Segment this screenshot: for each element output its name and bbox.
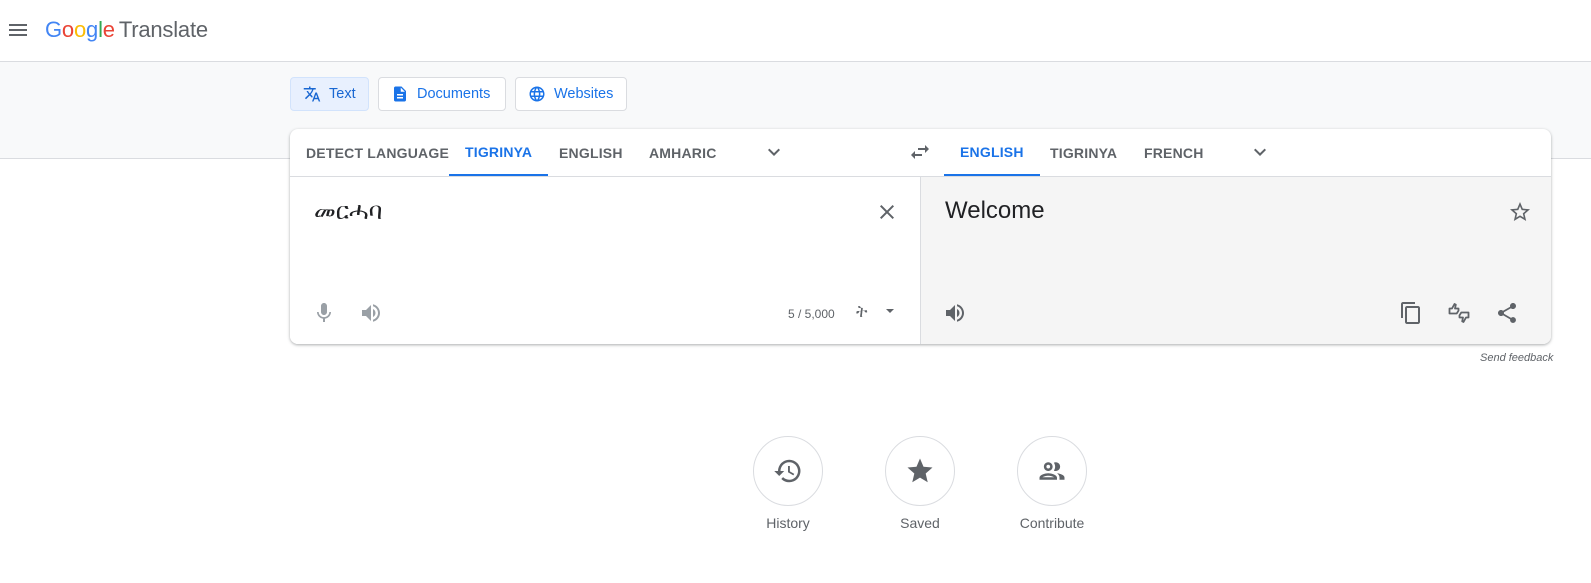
translation-output-area: Welcome <box>920 177 1551 344</box>
source-text[interactable]: መርሓባ <box>314 197 382 225</box>
source-listen-speaker-icon[interactable] <box>359 301 383 325</box>
history-circle[interactable] <box>753 436 823 506</box>
rate-translation-thumbs-icon[interactable] <box>1447 301 1471 325</box>
source-tab-amharic[interactable]: AMHARIC <box>633 129 733 176</box>
source-more-languages-chevron-down-icon[interactable] <box>762 140 786 164</box>
tab-label: ENGLISH <box>960 143 1024 160</box>
logo-letter: g <box>86 17 99 42</box>
character-count: 5 / 5,000 <box>788 307 835 321</box>
saved-button[interactable]: Saved <box>870 436 970 531</box>
documents-mode-button[interactable]: Documents <box>378 77 506 111</box>
contribute-label: Contribute <box>1019 515 1085 531</box>
websites-mode-button[interactable]: Websites <box>515 77 627 111</box>
history-icon <box>774 459 801 483</box>
language-bar: DETECT LANGUAGE TIGRINYA ENGLISH AMHARIC… <box>290 129 1551 177</box>
tab-label: DETECT LANGUAGE <box>306 144 449 161</box>
swap-languages-icon[interactable] <box>908 140 932 164</box>
people-icon <box>1039 462 1065 480</box>
websites-mode-label: Websites <box>554 86 614 102</box>
copy-translation-icon[interactable] <box>1399 301 1423 325</box>
tab-label: AMHARIC <box>649 144 717 161</box>
text-mode-button[interactable]: Text <box>290 77 369 111</box>
input-tools-keyboard-icon[interactable]: ት <box>856 302 867 322</box>
clear-source-close-icon[interactable] <box>875 200 899 224</box>
target-tab-tigrinya[interactable]: TIGRINYA <box>1034 129 1133 176</box>
translate-icon <box>303 86 321 102</box>
target-tab-french[interactable]: FRENCH <box>1128 129 1220 176</box>
target-tab-english[interactable]: ENGLISH <box>944 129 1040 176</box>
star-icon <box>907 458 933 483</box>
share-translation-icon[interactable] <box>1495 301 1519 325</box>
target-more-languages-chevron-down-icon[interactable] <box>1248 140 1272 164</box>
target-listen-speaker-icon[interactable] <box>943 301 967 325</box>
contribute-button[interactable]: Contribute <box>1002 436 1102 531</box>
globe-icon <box>529 86 545 102</box>
source-input-area[interactable]: መርሓባ 5 / 5,000 ት <box>290 177 920 344</box>
translated-text: Welcome <box>945 197 1045 224</box>
history-button[interactable]: History <box>738 436 838 531</box>
contribute-circle[interactable] <box>1017 436 1087 506</box>
saved-circle[interactable] <box>885 436 955 506</box>
document-icon <box>394 86 406 102</box>
main-menu-icon[interactable] <box>6 18 30 42</box>
history-label: History <box>766 515 810 531</box>
save-translation-star-icon[interactable] <box>1508 200 1532 224</box>
source-tab-tigrinya[interactable]: TIGRINYA <box>449 129 549 176</box>
logo-letter: e <box>102 17 115 42</box>
tab-label: TIGRINYA <box>1050 144 1118 161</box>
text-mode-label: Text <box>329 86 356 102</box>
product-name: Translate <box>118 17 208 42</box>
source-tab-detect-language[interactable]: DETECT LANGUAGE <box>290 129 465 176</box>
logo-letter: o <box>73 17 87 42</box>
logo-letter: o <box>61 17 74 42</box>
top-bar: Google Translate <box>0 0 1591 62</box>
google-translate-logo[interactable]: Google Translate <box>45 17 208 43</box>
documents-mode-label: Documents <box>417 86 491 102</box>
tab-label: ENGLISH <box>559 144 623 161</box>
logo-letter: G <box>45 17 62 42</box>
saved-label: Saved <box>900 515 940 531</box>
tab-label: FRENCH <box>1144 144 1204 161</box>
send-feedback-link[interactable]: Send feedback <box>1480 352 1553 364</box>
microphone-icon[interactable] <box>312 301 336 325</box>
source-tab-english[interactable]: ENGLISH <box>543 129 639 176</box>
input-tools-dropdown-icon[interactable] <box>886 309 894 313</box>
translation-card: DETECT LANGUAGE TIGRINYA ENGLISH AMHARIC… <box>290 129 1551 344</box>
tab-label: TIGRINYA <box>465 143 533 160</box>
